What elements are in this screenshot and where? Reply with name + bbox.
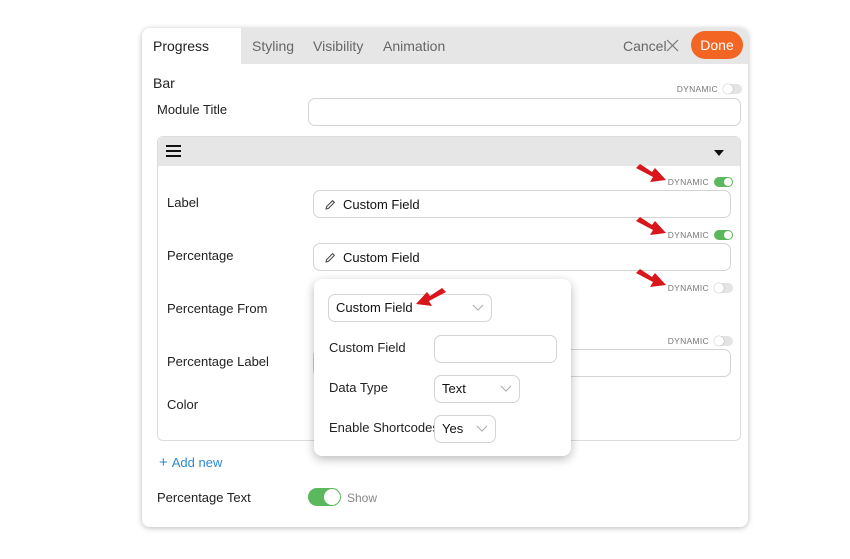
custom-field-input[interactable]	[434, 335, 557, 363]
add-new-button[interactable]: + Add new	[159, 454, 222, 471]
drag-handle-icon[interactable]	[166, 145, 181, 157]
toggle-knob	[714, 283, 724, 293]
percentage-text-label: Percentage Text	[157, 490, 251, 505]
tab-visibility[interactable]: Visibility	[303, 28, 373, 64]
percentage-dynamic-toggle[interactable]	[714, 230, 733, 240]
color-label: Color	[167, 397, 199, 412]
percentage-from-label: Percentage From	[167, 301, 268, 316]
tab-progress-bar[interactable]: Progress Bar	[142, 28, 241, 91]
percentage-label-label: Percentage Label	[167, 354, 269, 369]
label-field-label: Label	[167, 195, 199, 210]
percentage-text-toggle[interactable]	[308, 488, 341, 506]
cancel-button[interactable]: Cancel	[623, 28, 667, 64]
toggle-knob	[714, 336, 724, 346]
repeater-header	[158, 137, 740, 166]
pencil-icon	[325, 199, 336, 210]
label-dynamic-toggle[interactable]	[714, 177, 733, 187]
enable-shortcodes-value: Yes	[442, 421, 464, 436]
close-icon[interactable]	[665, 38, 680, 53]
module-title-label: Module Title	[157, 102, 228, 117]
pencil-icon	[325, 252, 336, 263]
enable-shortcodes-label: Enable Shortcodes	[329, 420, 439, 435]
enable-shortcodes-select[interactable]: Yes	[434, 415, 496, 443]
toggle-knob	[723, 84, 733, 94]
add-new-label: Add new	[171, 455, 223, 470]
dynamic-label: DYNAMIC	[667, 177, 709, 187]
percentage-text-toggle-label: Show	[347, 491, 378, 505]
percentage-label-dynamic-toggle[interactable]	[714, 336, 733, 346]
data-type-select[interactable]: Text	[434, 375, 520, 403]
dynamic-source-select[interactable]: Custom Field	[328, 294, 492, 322]
percentage-label-dynamic: DYNAMIC	[653, 335, 733, 347]
custom-field-label: Custom Field	[329, 340, 406, 355]
percentage-field-value: Custom Field	[343, 250, 420, 265]
chevron-down-icon	[500, 385, 512, 392]
percentage-from-dynamic-toggle[interactable]	[714, 283, 733, 293]
module-title-dynamic-toggle[interactable]	[723, 84, 742, 94]
toggle-knob	[724, 178, 732, 186]
data-type-value: Text	[442, 381, 466, 396]
toggle-knob	[324, 489, 340, 505]
dynamic-label: DYNAMIC	[667, 230, 709, 240]
tab-animation[interactable]: Animation	[373, 28, 455, 64]
dynamic-source-popup: Custom Field Custom Field Data Type Text…	[314, 279, 571, 456]
label-field-value: Custom Field	[343, 197, 420, 212]
dynamic-label: DYNAMIC	[667, 283, 709, 293]
percentage-dynamic-field[interactable]: Custom Field	[313, 243, 731, 271]
chevron-down-icon	[476, 425, 488, 432]
module-title-input[interactable]	[308, 98, 741, 126]
tab-styling[interactable]: Styling	[242, 28, 304, 64]
annotation-arrow-icon	[636, 217, 666, 235]
annotation-arrow-icon	[416, 288, 446, 306]
done-button[interactable]: Done	[691, 31, 743, 59]
module-settings-panel: Progress Bar Styling Visibility Animatio…	[142, 28, 748, 527]
toggle-knob	[724, 231, 732, 239]
annotation-arrow-icon	[636, 164, 666, 182]
module-title-dynamic: DYNAMIC	[662, 83, 742, 95]
percentage-field-label: Percentage	[167, 248, 234, 263]
dynamic-label: DYNAMIC	[676, 84, 718, 94]
chevron-down-icon	[472, 304, 484, 311]
data-type-label: Data Type	[329, 380, 389, 395]
label-dynamic-field[interactable]: Custom Field	[313, 190, 731, 218]
collapse-caret-icon[interactable]	[714, 150, 724, 156]
plus-icon: +	[159, 454, 168, 471]
dynamic-label: DYNAMIC	[667, 336, 709, 346]
dynamic-source-value: Custom Field	[336, 300, 413, 315]
annotation-arrow-icon	[636, 269, 666, 287]
tab-bar: Progress Bar Styling Visibility Animatio…	[142, 28, 748, 91]
